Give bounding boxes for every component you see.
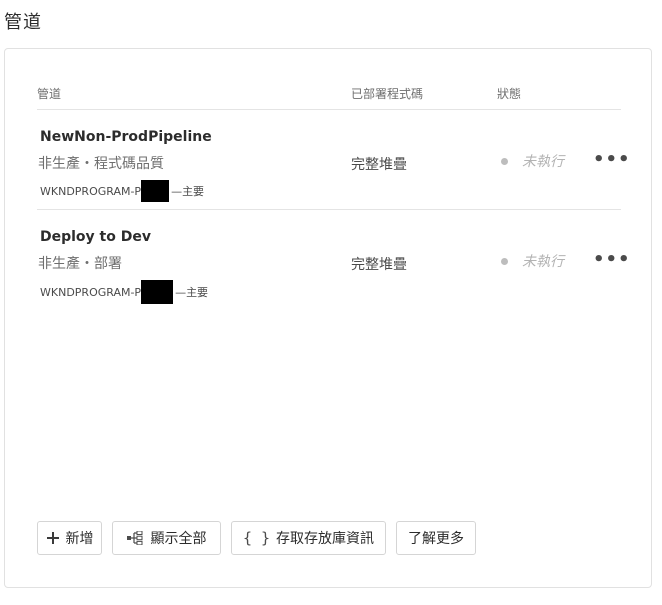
more-actions-icon[interactable]: ••• (593, 249, 631, 270)
repo-prefix: WKNDPROGRAM-P (40, 184, 142, 198)
deployed-code: 完整堆疊 (351, 257, 407, 273)
repo-info-label: 存取存放庫資訊 (276, 531, 375, 547)
more-actions-icon[interactable]: ••• (593, 149, 631, 170)
show-all-label: 顯示全部 (150, 531, 207, 547)
pipeline-repository: WKNDPROGRAM-P —主要 (40, 280, 208, 304)
learn-more-label: 了解更多 (408, 531, 464, 547)
show-all-button[interactable]: 顯示全部 (112, 521, 221, 555)
pipeline-tree-icon (126, 531, 145, 545)
deployed-code: 完整堆疊 (351, 157, 407, 173)
add-label: 新增 (65, 531, 94, 547)
status-label: 未執行 (522, 254, 564, 270)
pipeline-status: 未執行 (501, 151, 564, 171)
footer-actions: 新增 顯示全部 { } 存取存放庫資訊 了解更多 (37, 521, 486, 555)
pipeline-name[interactable]: NewNon-ProdPipeline (40, 129, 212, 145)
learn-more-button[interactable]: 了解更多 (396, 521, 476, 555)
repo-branch: —主要 (171, 185, 205, 198)
status-dot-icon (501, 157, 508, 165)
repo-prefix: WKNDPROGRAM-P (40, 285, 142, 299)
braces-icon: { } (242, 529, 271, 547)
status-dot-icon (501, 257, 508, 265)
pipeline-type: 非生產・程式碼品質 (38, 156, 164, 172)
add-button[interactable]: 新增 (37, 521, 102, 555)
header-deployed-code: 已部署程式碼 (351, 87, 424, 101)
header-pipeline: 管道 (37, 87, 62, 101)
redacted-block (141, 280, 174, 304)
access-repo-info-button[interactable]: { } 存取存放庫資訊 (231, 521, 386, 555)
status-label: 未執行 (522, 154, 564, 170)
pipelines-card: 管道 已部署程式碼 狀態 NewNon-ProdPipeline 非生產・程式碼… (4, 48, 652, 588)
table-header: 管道 已部署程式碼 狀態 (37, 85, 621, 110)
table-row[interactable]: NewNon-ProdPipeline 非生產・程式碼品質 WKNDPROGRA… (37, 111, 630, 210)
header-status: 狀態 (497, 87, 522, 101)
redacted-block (141, 180, 170, 202)
pipeline-repository: WKNDPROGRAM-P —主要 (40, 180, 204, 202)
page-title: 管道 (4, 12, 42, 33)
pipeline-type: 非生產・部署 (38, 256, 122, 272)
table-row[interactable]: Deploy to Dev 非生產・部署 WKNDPROGRAM-P —主要 完… (37, 211, 630, 310)
plus-icon (46, 531, 60, 545)
repo-branch: —主要 (175, 286, 209, 299)
pipeline-status: 未執行 (501, 251, 564, 271)
pipeline-name[interactable]: Deploy to Dev (40, 229, 151, 245)
